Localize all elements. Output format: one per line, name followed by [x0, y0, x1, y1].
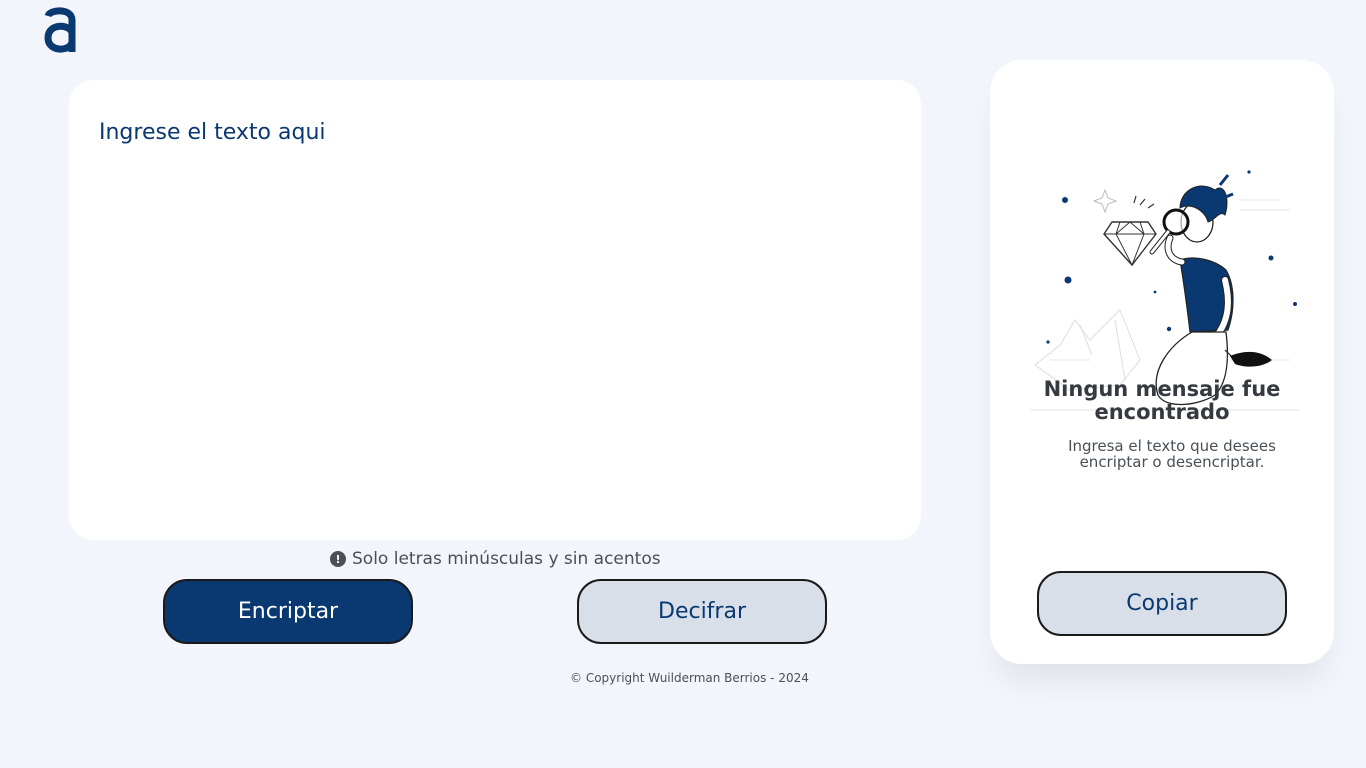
output-title: Ningun mensaje fue encontrado — [1043, 377, 1281, 424]
text-input[interactable] — [99, 118, 889, 518]
copyright-text: © Copyright Wuilderman Berrios - 2024 — [570, 671, 809, 685]
brand-logo[interactable] — [42, 6, 78, 54]
exclamation-circle-icon: ! — [330, 551, 346, 567]
person-searching-illustration — [1030, 170, 1300, 411]
encrypt-button[interactable]: Encriptar — [163, 579, 413, 644]
output-text: Ingresa el texto que desees encriptar o … — [1068, 437, 1276, 471]
decrypt-button[interactable]: Decifrar — [577, 579, 827, 644]
input-card — [69, 80, 921, 540]
copy-button[interactable]: Copiar — [1037, 571, 1287, 636]
input-hint: ! Solo letras minúsculas y sin acentos — [330, 548, 661, 570]
hint-text: Solo letras minúsculas y sin acentos — [352, 549, 661, 569]
